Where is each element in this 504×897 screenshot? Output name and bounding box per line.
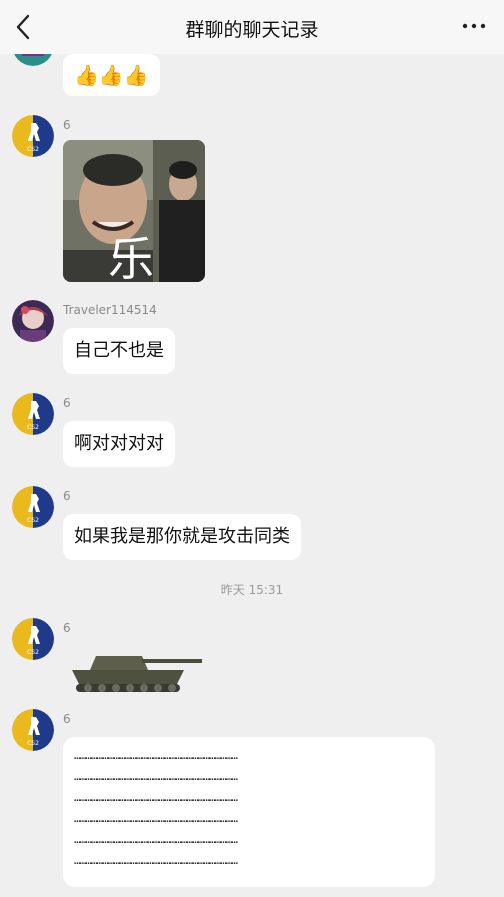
sender-name: 6 [63, 489, 71, 503]
sticker-image[interactable]: 乐 [63, 140, 205, 282]
message-bubble[interactable]: 自己不也是 [63, 328, 175, 374]
message-line: …………………………………………………………………………… [74, 833, 238, 846]
svg-text:CS2: CS2 [27, 649, 39, 656]
sender-name: 6 [63, 712, 71, 726]
message-bubble[interactable]: 啊对对对对 [63, 421, 175, 467]
avatar[interactable] [12, 54, 54, 66]
sender-name: 6 [63, 118, 71, 132]
chat-history[interactable]: 👍👍👍 CS2 6 乐 Traveler114514 自己不也是 CS2 6 啊… [0, 54, 504, 897]
timestamp: 昨天 15:31 [220, 583, 284, 597]
message-line: …………………………………………………………………………… [74, 749, 238, 762]
svg-text:CS2: CS2 [27, 517, 39, 524]
more-button[interactable] [460, 16, 488, 36]
message-bubble[interactable]: …………………………………………………………………………… …………………………… [63, 737, 435, 887]
tank-sticker[interactable] [66, 640, 206, 696]
sticker-caption: 乐 [108, 232, 154, 282]
message-bubble[interactable]: 👍👍👍 [63, 54, 160, 96]
page-title: 群聊的聊天记录 [185, 19, 319, 41]
message-line: …………………………………………………………………………… [74, 854, 238, 867]
avatar[interactable]: CS2 [12, 393, 54, 435]
message-line: …………………………………………………………………………… [74, 791, 238, 804]
message-line: …………………………………………………………………………… [74, 812, 238, 825]
message-bubble[interactable]: 如果我是那你就是攻击同类 [63, 514, 301, 560]
svg-text:CS2: CS2 [27, 740, 39, 747]
sender-name: Traveler114514 [63, 303, 157, 317]
sender-name: 6 [63, 621, 71, 635]
svg-text:CS2: CS2 [27, 424, 39, 431]
avatar[interactable]: CS2 [12, 115, 54, 157]
avatar[interactable]: CS2 [12, 709, 54, 751]
top-bar: 群聊的聊天记录 [0, 0, 504, 54]
avatar[interactable] [12, 300, 54, 342]
sender-name: 6 [63, 396, 71, 410]
svg-text:CS2: CS2 [27, 146, 39, 153]
message-line: …………………………………………………………………………… [74, 770, 238, 783]
avatar[interactable]: CS2 [12, 486, 54, 528]
more-icon [462, 23, 486, 29]
avatar[interactable]: CS2 [12, 618, 54, 660]
